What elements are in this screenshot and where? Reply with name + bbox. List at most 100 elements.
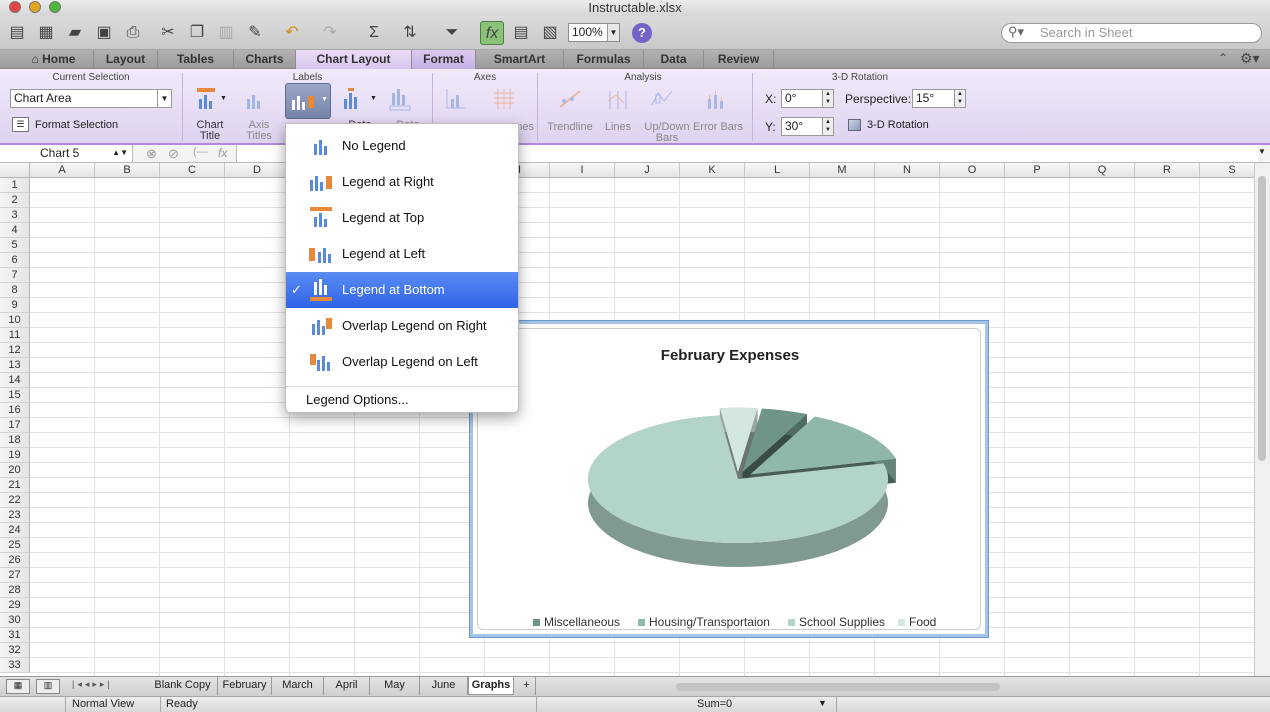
redo-icon[interactable]: ↷ [318,21,342,45]
column-header[interactable]: K [680,163,745,178]
legend-options-item[interactable]: Legend Options... [286,390,518,410]
legend-entry[interactable]: Food [898,615,936,629]
fx-icon[interactable]: fx [218,146,227,160]
trendline-button[interactable]: Trendline [546,87,594,133]
row-header[interactable]: 16 [0,403,30,418]
stepper-icon[interactable]: ▲▼ [112,145,128,161]
zoom-select[interactable]: 100% ▼ [568,23,620,42]
row-header[interactable]: 5 [0,238,30,253]
row-header[interactable]: 15 [0,388,30,403]
tab-review[interactable]: Review [704,50,774,69]
chevron-down-icon[interactable]: ▼ [818,698,827,708]
column-header[interactable]: N [875,163,940,178]
row-header[interactable]: 22 [0,493,30,508]
sum-readout[interactable]: Sum=0 [697,698,732,710]
format-painter-icon[interactable]: ✎ [243,21,267,45]
legend-entry[interactable]: Miscellaneous [533,615,620,629]
row-header[interactable]: 28 [0,583,30,598]
collapse-ribbon-icon[interactable]: ⌃ [1218,51,1228,65]
pie-chart-object[interactable]: February Expenses Miscellaneous Housing/T… [470,321,988,637]
row-header[interactable]: 11 [0,328,30,343]
normal-view-icon[interactable]: ▦ [6,679,30,694]
sort-icon[interactable]: ⇅ [398,21,422,45]
tab-layout[interactable]: Layout [94,50,158,69]
copy-icon[interactable]: ❐ [185,21,209,45]
column-header[interactable]: Q [1070,163,1135,178]
help-icon[interactable]: ? [632,23,652,43]
column-header[interactable]: D [225,163,290,178]
column-header[interactable]: O [940,163,1005,178]
column-header[interactable]: R [1135,163,1200,178]
perspective-field[interactable]: 15° ▲ ▼ [912,89,966,108]
row-header[interactable]: 32 [0,643,30,658]
row-header[interactable]: 17 [0,418,30,433]
vertical-scroll-thumb[interactable] [1258,176,1266,461]
stepper-icon[interactable]: ▲▼ [822,118,833,135]
confirm-icon[interactable]: ⊘ [168,146,179,162]
legend-button[interactable]: ▼ [285,83,331,119]
search-input[interactable]: Search in Sheet [1001,23,1262,43]
sheet-navigation-icon[interactable]: |◂◂▸▸| [72,679,113,690]
row-header[interactable]: 13 [0,358,30,373]
column-header[interactable]: I [550,163,615,178]
row-header[interactable]: 9 [0,298,30,313]
add-sheet-button[interactable]: + [518,677,536,695]
updown-bars-button[interactable]: Up/Down Bars [642,87,692,144]
row-header[interactable]: 27 [0,568,30,583]
tab-formulas[interactable]: Formulas [564,50,644,69]
row-header[interactable]: 3 [0,208,30,223]
row-header[interactable]: 4 [0,223,30,238]
chart-element-select[interactable]: Chart Area ▼ [10,89,172,108]
horizontal-scroll-thumb[interactable] [676,683,1000,691]
row-header[interactable]: 29 [0,598,30,613]
sheet-tab[interactable]: Graphs [468,677,514,695]
y-rotation-field[interactable]: 30° ▲ ▼ [781,117,834,136]
row-header[interactable]: 1 [0,178,30,193]
chevron-down-icon[interactable]: ▼ [1258,147,1266,156]
filter-icon[interactable]: ⏷ [440,21,464,45]
print-icon[interactable]: ⎙ [121,21,145,45]
rotation-options-button[interactable]: 3-D Rotation [848,119,929,131]
menu-item-overlap-legend-left[interactable]: Overlap Legend on Left [286,344,518,380]
column-header[interactable]: C [160,163,225,178]
column-header[interactable]: B [95,163,160,178]
select-all-corner[interactable] [0,163,30,178]
menu-item-overlap-legend-right[interactable]: Overlap Legend on Right [286,308,518,344]
row-header[interactable]: 12 [0,343,30,358]
row-header[interactable]: 24 [0,523,30,538]
chart-title-button[interactable]: ▼ Chart Title [190,87,230,142]
row-header[interactable]: 10 [0,313,30,328]
menu-item-legend-at-left[interactable]: Legend at Left [286,236,518,272]
column-header[interactable]: L [745,163,810,178]
legend-entry[interactable]: Housing/Transportaion [638,615,770,629]
undo-icon[interactable]: ↶ [280,21,304,45]
chart-area[interactable]: February Expenses Miscellaneous Housing/T… [477,328,981,630]
column-header[interactable]: J [615,163,680,178]
axis-titles-button[interactable]: Axis Titles [238,87,280,142]
sheet-tab[interactable]: June [420,677,468,695]
column-header[interactable]: P [1005,163,1070,178]
stepper-icon[interactable]: ▲▼ [954,90,965,107]
formula-builder-icon[interactable]: fx [480,21,504,45]
menu-item-no-legend[interactable]: No Legend [286,128,518,164]
axes-button[interactable] [444,87,484,114]
tab-data[interactable]: Data [644,50,704,69]
lines-button[interactable]: Lines [598,87,638,133]
row-header[interactable]: 25 [0,538,30,553]
sheet-tab[interactable]: May [370,677,420,695]
paste-icon[interactable]: ▥ [214,21,238,45]
x-rotation-field[interactable]: 0° ▲ ▼ [781,89,834,108]
column-header[interactable]: A [30,163,95,178]
row-header[interactable]: 19 [0,448,30,463]
chart-legend[interactable]: Miscellaneous Housing/Transportaion School… [478,329,982,631]
row-header[interactable]: 2 [0,193,30,208]
sheet-tab[interactable]: Blank Copy [148,677,218,695]
tab-smartart[interactable]: SmartArt [476,50,564,69]
function-icon[interactable]: (— [193,146,208,158]
page-layout-view-icon[interactable]: ▥ [36,679,60,694]
format-selection-button[interactable]: ☰ Format Selection [12,117,118,132]
row-header[interactable]: 20 [0,463,30,478]
row-header[interactable]: 30 [0,613,30,628]
open-folder-icon[interactable]: ▰ [63,21,87,45]
sheet-tab[interactable]: March [272,677,324,695]
